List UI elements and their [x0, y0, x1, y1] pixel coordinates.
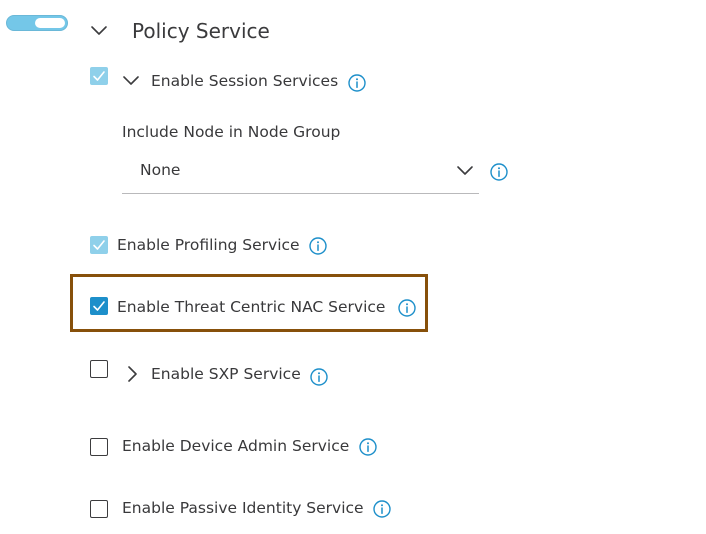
- node-group-label: Include Node in Node Group: [122, 123, 341, 141]
- threat-centric-label: Enable Threat Centric NAC Service: [117, 298, 386, 316]
- device-admin-info-icon[interactable]: [359, 438, 377, 460]
- profiling-label: Enable Profiling Service: [117, 236, 300, 254]
- sxp-label: Enable SXP Service: [151, 365, 301, 383]
- section-collapse-chevron-down-icon[interactable]: [90, 25, 108, 37]
- policy-service-toggle[interactable]: [6, 15, 68, 31]
- node-group-info-icon[interactable]: [490, 163, 508, 185]
- session-services-checkbox[interactable]: [90, 67, 108, 85]
- toggle-knob: [35, 18, 65, 28]
- sxp-info-icon[interactable]: [310, 368, 328, 390]
- threat-centric-checkbox[interactable]: [90, 297, 108, 315]
- session-services-info-icon[interactable]: [348, 74, 366, 96]
- node-group-chevron-down-icon[interactable]: [456, 165, 474, 177]
- profiling-checkbox[interactable]: [90, 236, 108, 254]
- threat-centric-info-icon[interactable]: [398, 299, 416, 321]
- passive-identity-checkbox[interactable]: [90, 500, 108, 518]
- node-group-underline: [122, 193, 479, 194]
- device-admin-checkbox[interactable]: [90, 438, 108, 456]
- checkmark-icon: [93, 71, 105, 81]
- passive-identity-info-icon[interactable]: [373, 500, 391, 522]
- passive-identity-label: Enable Passive Identity Service: [122, 499, 364, 517]
- session-services-chevron-down-icon[interactable]: [122, 75, 140, 87]
- sxp-checkbox[interactable]: [90, 360, 108, 378]
- checkmark-icon: [93, 301, 105, 311]
- section-title: Policy Service: [132, 19, 270, 43]
- profiling-info-icon[interactable]: [309, 237, 327, 259]
- checkmark-icon: [93, 240, 105, 250]
- sxp-chevron-right-icon[interactable]: [126, 365, 138, 383]
- device-admin-label: Enable Device Admin Service: [122, 437, 350, 455]
- session-services-label: Enable Session Services: [151, 72, 339, 90]
- node-group-selected-value: None: [140, 161, 181, 179]
